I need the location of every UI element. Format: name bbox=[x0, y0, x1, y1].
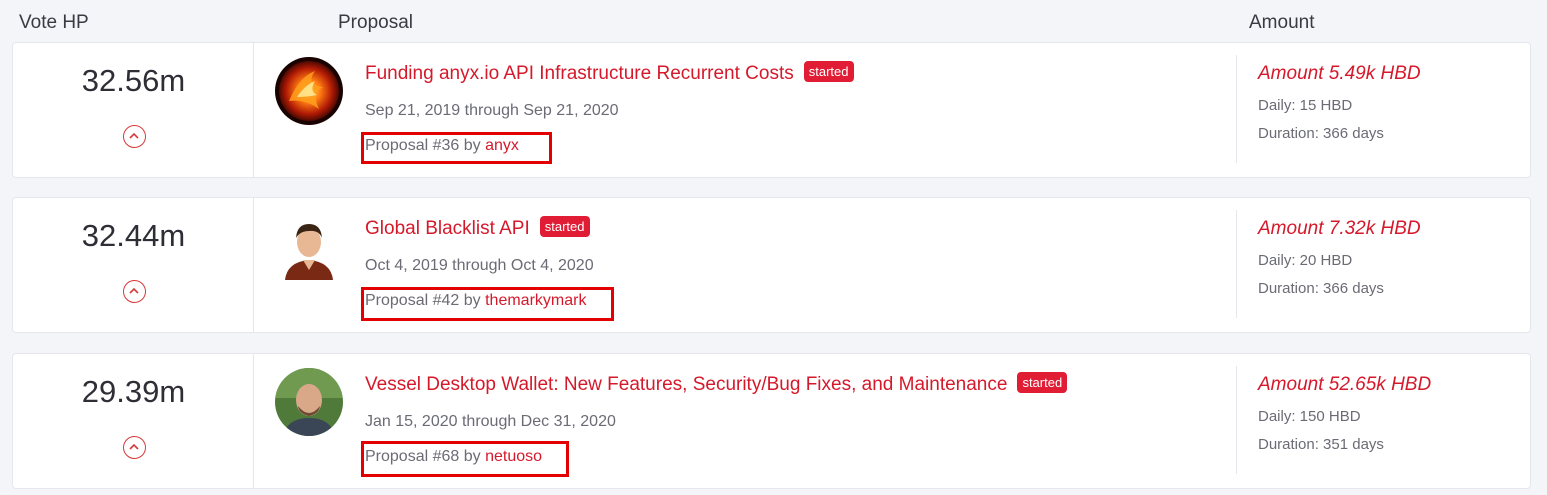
status-badge: started bbox=[1017, 372, 1068, 393]
bald-man-photo-avatar-icon bbox=[275, 368, 343, 436]
vote-hp-value: 32.56m bbox=[81, 63, 186, 98]
proposal-card: 32.44m Global Blacklist API started Oct 4… bbox=[12, 197, 1531, 333]
chevron-up-icon bbox=[129, 443, 139, 450]
title-row: Vessel Desktop Wallet: New Features, Sec… bbox=[365, 372, 1068, 396]
avatar[interactable] bbox=[275, 57, 343, 125]
proposal-byline: Proposal #36 by anyx bbox=[365, 137, 519, 155]
vote-hp-column-header: Vote HP bbox=[19, 12, 89, 33]
upvote-button[interactable] bbox=[123, 280, 146, 303]
proposal-amount: Amount 7.32k HBD bbox=[1258, 218, 1421, 239]
man-in-brown-shirt-avatar-icon bbox=[275, 212, 343, 280]
upvote-button[interactable] bbox=[123, 125, 146, 148]
proposal-number-label: Proposal #42 by bbox=[365, 292, 481, 309]
amount-column-header: Amount bbox=[1249, 12, 1315, 33]
daily-pay: Daily: 20 HBD bbox=[1258, 252, 1353, 269]
amount-divider bbox=[1236, 210, 1237, 318]
amount-divider bbox=[1236, 55, 1237, 163]
proposal-dates: Jan 15, 2020 through Dec 31, 2020 bbox=[365, 413, 616, 430]
proposal-card: 32.56m Funding anyx.io API Infrastructur… bbox=[12, 42, 1531, 178]
title-row: Funding anyx.io API Infrastructure Recur… bbox=[365, 61, 854, 85]
proposal-amount: Amount 52.65k HBD bbox=[1258, 374, 1432, 395]
table-header: Vote HP Proposal Amount bbox=[0, 0, 1547, 40]
proposal-byline: Proposal #42 by themarkymark bbox=[365, 292, 586, 310]
vote-column: 32.44m bbox=[13, 198, 254, 332]
vote-hp-value: 32.44m bbox=[81, 218, 186, 253]
proposal-duration: Duration: 351 days bbox=[1258, 436, 1384, 453]
proposal-title-link[interactable]: Global Blacklist API bbox=[365, 218, 530, 239]
vote-column: 32.56m bbox=[13, 43, 254, 177]
status-badge: started bbox=[803, 61, 854, 82]
title-row: Global Blacklist API started bbox=[365, 216, 590, 240]
vote-column: 29.39m bbox=[13, 354, 254, 488]
proposal-title-link[interactable]: Funding anyx.io API Infrastructure Recur… bbox=[365, 63, 794, 84]
author-link[interactable]: netuoso bbox=[485, 448, 542, 465]
proposal-amount: Amount 5.49k HBD bbox=[1258, 63, 1421, 84]
proposal-column-header: Proposal bbox=[338, 12, 413, 33]
author-link[interactable]: anyx bbox=[485, 137, 519, 154]
upvote-button[interactable] bbox=[123, 436, 146, 459]
proposal-dates: Sep 21, 2019 through Sep 21, 2020 bbox=[365, 102, 619, 119]
proposal-number-label: Proposal #68 by bbox=[365, 448, 481, 465]
phoenix-fire-avatar-icon bbox=[275, 57, 343, 125]
proposal-title-link[interactable]: Vessel Desktop Wallet: New Features, Sec… bbox=[365, 374, 1007, 395]
author-link[interactable]: themarkymark bbox=[485, 292, 586, 309]
amount-divider bbox=[1236, 366, 1237, 474]
proposal-duration: Duration: 366 days bbox=[1258, 125, 1384, 142]
chevron-up-icon bbox=[129, 132, 139, 139]
proposal-duration: Duration: 366 days bbox=[1258, 280, 1384, 297]
proposal-byline: Proposal #68 by netuoso bbox=[365, 448, 542, 466]
proposal-number-label: Proposal #36 by bbox=[365, 137, 481, 154]
daily-pay: Daily: 150 HBD bbox=[1258, 408, 1361, 425]
avatar[interactable] bbox=[275, 212, 343, 280]
status-badge: started bbox=[539, 216, 590, 237]
daily-pay: Daily: 15 HBD bbox=[1258, 97, 1353, 114]
avatar[interactable] bbox=[275, 368, 343, 436]
chevron-up-icon bbox=[129, 287, 139, 294]
proposal-dates: Oct 4, 2019 through Oct 4, 2020 bbox=[365, 257, 594, 274]
vote-hp-value: 29.39m bbox=[81, 374, 186, 409]
proposal-card: 29.39m Vessel Desktop Wallet: New Featur… bbox=[12, 353, 1531, 489]
